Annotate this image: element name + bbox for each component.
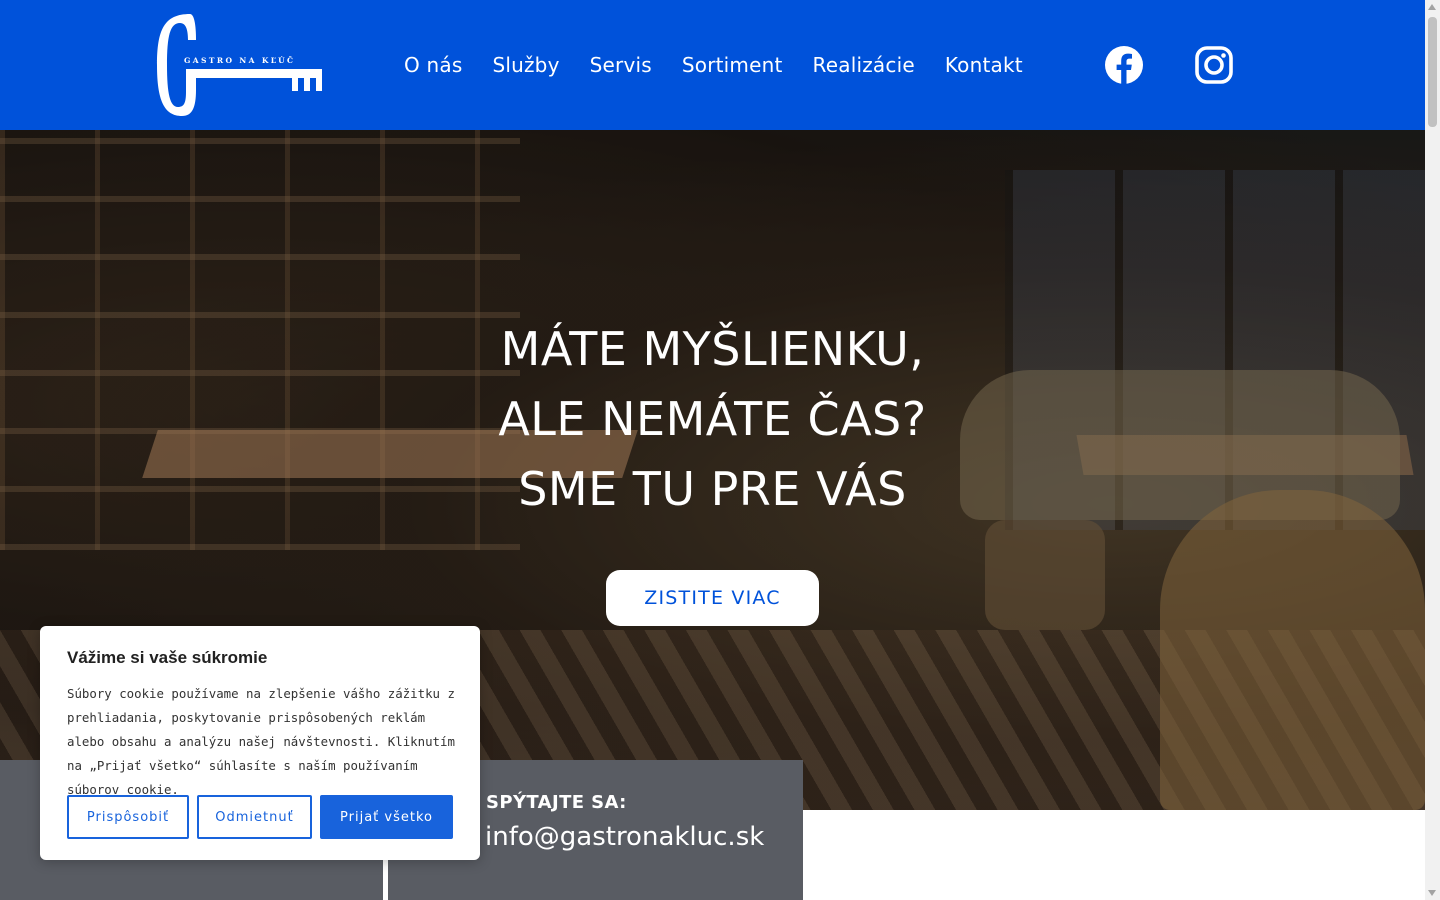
- nav-item-kontakt[interactable]: Kontakt: [945, 50, 1023, 80]
- hero-headline: MÁTE MYŠLIENKU, ALE NEMÁTE ČAS? SME TU P…: [0, 314, 1425, 524]
- scroll-down-arrow-icon[interactable]: [1428, 890, 1436, 896]
- hero-headline-line: MÁTE MYŠLIENKU,: [500, 322, 925, 376]
- hero-background-chair: [1160, 490, 1425, 810]
- site-header: GASTRO NA KĽÚČ O nás Služby Servis Sorti…: [0, 0, 1425, 130]
- cookie-title: Vážime si vaše súkromie: [67, 648, 268, 667]
- nav-item-sortiment[interactable]: Sortiment: [682, 50, 783, 80]
- main-nav: O nás Služby Servis Sortiment Realizácie…: [404, 50, 1053, 80]
- hero-background-pouf: [985, 520, 1105, 630]
- nav-item-sluzby[interactable]: Služby: [492, 50, 559, 80]
- page-scrollbar[interactable]: [1425, 0, 1440, 900]
- site-logo[interactable]: GASTRO NA KĽÚČ: [152, 10, 324, 120]
- instagram-link[interactable]: [1194, 45, 1234, 85]
- instagram-icon: [1195, 46, 1233, 84]
- learn-more-button[interactable]: ZISTITE VIAC: [606, 570, 819, 626]
- facebook-icon: [1105, 46, 1143, 84]
- cookie-description: Súbory cookie používame na zlepšenie váš…: [67, 686, 455, 797]
- scrollbar-thumb[interactable]: [1428, 17, 1437, 127]
- nav-item-servis[interactable]: Servis: [590, 50, 652, 80]
- logo-key-icon: [157, 14, 322, 116]
- cookie-customize-button[interactable]: Prispôsobiť: [67, 795, 189, 839]
- nav-item-realizacie[interactable]: Realizácie: [813, 50, 915, 80]
- hero-headline-line: SME TU PRE VÁS: [518, 462, 907, 516]
- scroll-up-arrow-icon[interactable]: [1428, 4, 1436, 10]
- cookie-reject-button[interactable]: Odmietnuť: [197, 795, 312, 839]
- hero-headline-line: ALE NEMÁTE ČAS?: [498, 392, 927, 446]
- contact-label: SPÝTAJTE SA:: [486, 792, 627, 813]
- cookie-consent-banner: Vážime si vaše súkromie Súbory cookie po…: [40, 626, 480, 860]
- contact-email-link[interactable]: info@gastronakluc.sk: [485, 822, 764, 852]
- logo-tagline: GASTRO NA KĽÚČ: [184, 56, 296, 65]
- facebook-link[interactable]: [1104, 45, 1144, 85]
- cookie-accept-all-button[interactable]: Prijať všetko: [320, 795, 453, 839]
- nav-item-o-nas[interactable]: O nás: [404, 50, 462, 80]
